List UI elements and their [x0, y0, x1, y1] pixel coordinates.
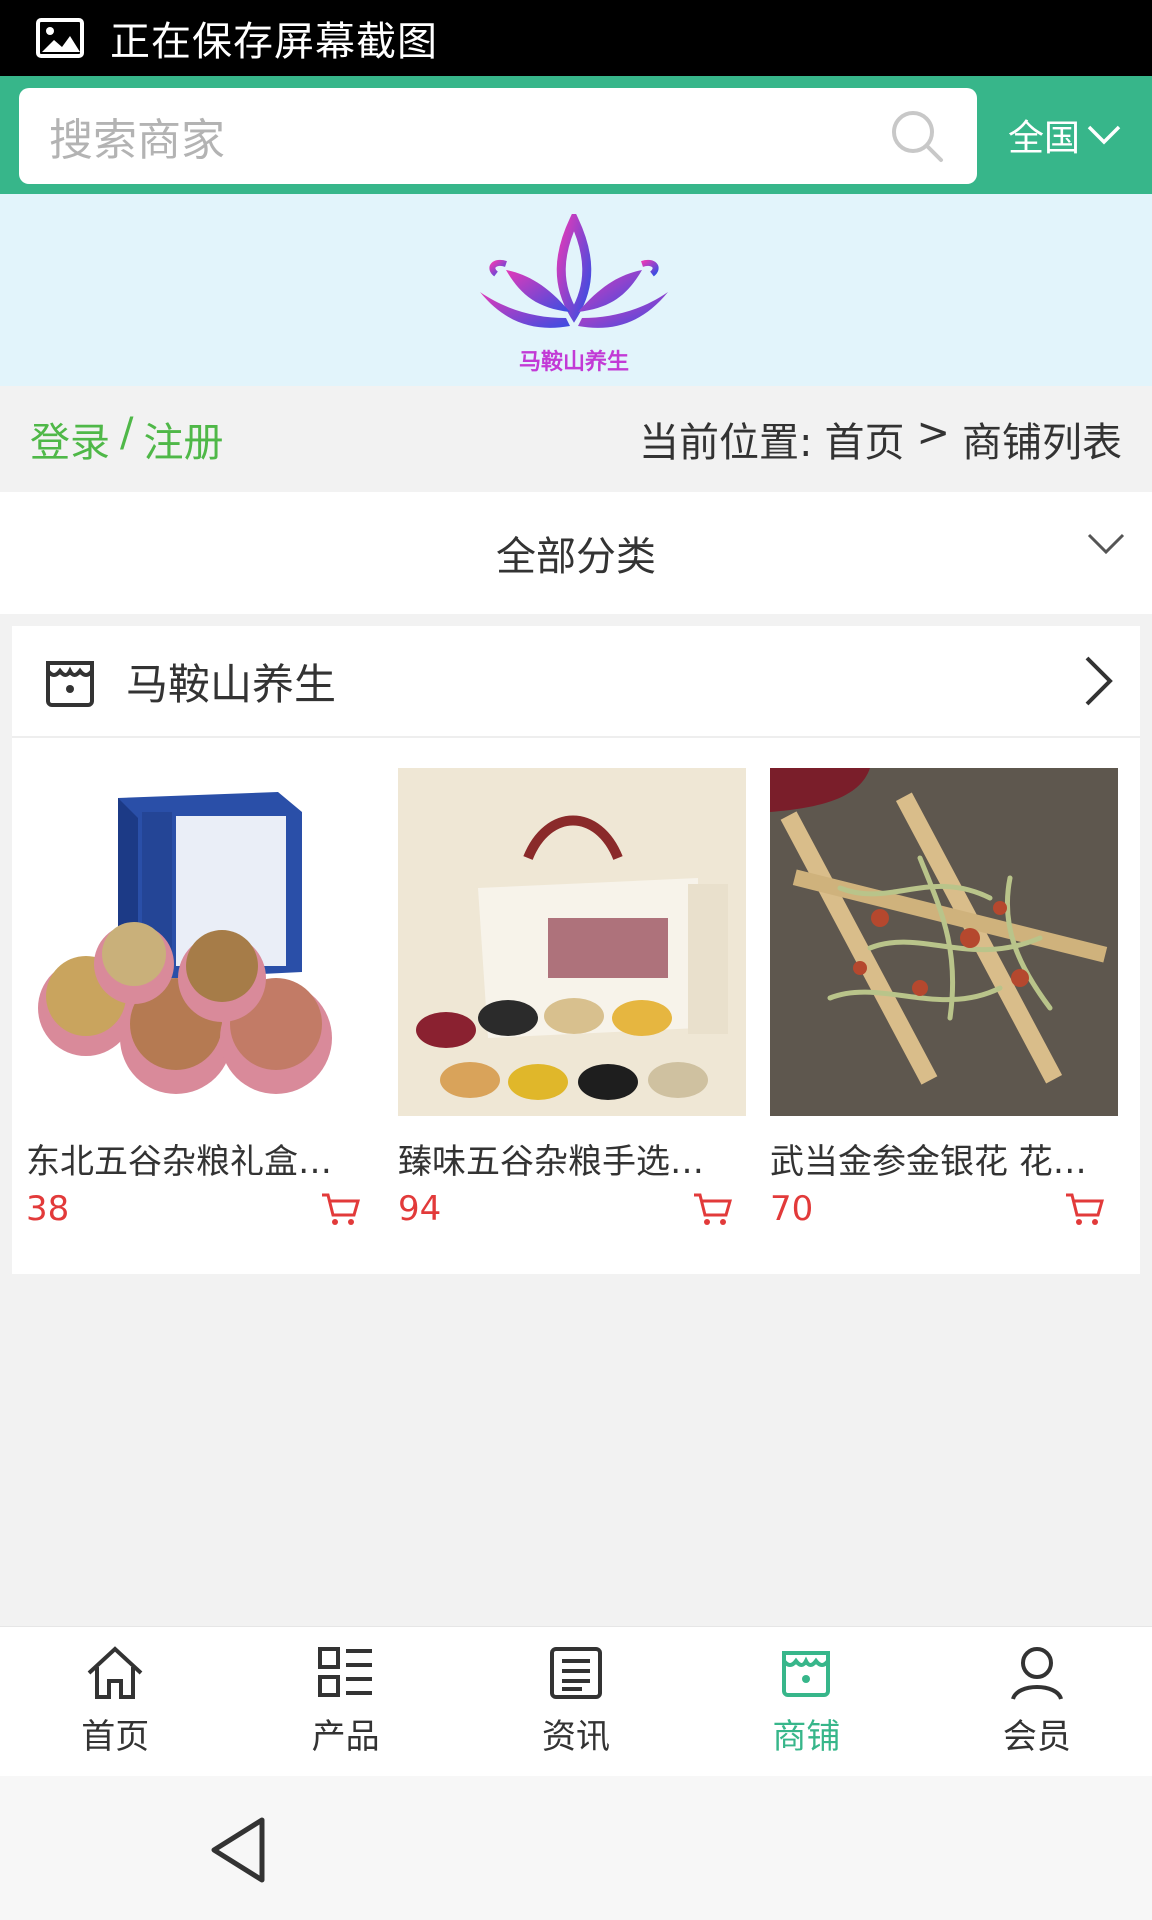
- shop-card: 马鞍山养生 东北五谷杂粮礼盒… 38 臻味五谷杂粮手选… 94 武当金参金银花 …: [12, 626, 1140, 1274]
- list-icon: [317, 1647, 372, 1697]
- product-title[interactable]: 武当金参金银花 花…: [770, 1134, 1110, 1183]
- tab-member-label: 会员: [1002, 1717, 1071, 1757]
- tab-home[interactable]: 首页: [0, 1627, 230, 1776]
- system-nav-bar: [0, 1776, 1152, 1920]
- shop-header[interactable]: 马鞍山养生: [12, 626, 1140, 738]
- tab-home-label: 首页: [81, 1717, 150, 1757]
- home-icon: [87, 1646, 143, 1699]
- product-price: 38: [26, 1189, 70, 1229]
- tab-shops-label: 商铺: [772, 1717, 841, 1757]
- region-selector[interactable]: 全国: [1008, 76, 1122, 194]
- login-register: 登录 / 注册: [30, 410, 223, 468]
- register-link[interactable]: 注册: [143, 410, 223, 468]
- product-card[interactable]: 东北五谷杂粮礼盒… 38: [26, 768, 374, 1229]
- product-title[interactable]: 东北五谷杂粮礼盒…: [26, 1134, 366, 1183]
- image-icon: [36, 18, 84, 58]
- breadcrumb-row: 登录 / 注册 当前位置: 首页 > 商铺列表: [0, 386, 1152, 492]
- tab-news[interactable]: 资讯: [461, 1627, 691, 1776]
- tab-products[interactable]: 产品: [230, 1627, 460, 1776]
- product-image[interactable]: [398, 768, 746, 1116]
- breadcrumb: 当前位置: 首页 > 商铺列表: [639, 410, 1122, 468]
- store-icon: [46, 661, 94, 707]
- product-title[interactable]: 臻味五谷杂粮手选…: [398, 1134, 738, 1183]
- category-selector[interactable]: 全部分类: [0, 492, 1152, 614]
- logo-text: 马鞍山养生: [518, 350, 629, 375]
- chevron-down-icon: [1087, 125, 1121, 145]
- status-bar: 正在保存屏幕截图: [0, 0, 1152, 76]
- search-box[interactable]: 搜索商家: [19, 88, 977, 184]
- tab-news-label: 资讯: [542, 1717, 611, 1757]
- product-price: 70: [770, 1189, 814, 1229]
- chevron-right-icon: [1085, 656, 1113, 706]
- login-link[interactable]: 登录: [30, 410, 110, 468]
- product-list: 东北五谷杂粮礼盒… 38 臻味五谷杂粮手选… 94 武当金参金银花 花… 70: [12, 768, 1140, 1229]
- header: 搜索商家 全国: [0, 76, 1152, 194]
- breadcrumb-home[interactable]: 首页: [824, 410, 904, 468]
- tab-member[interactable]: 会员: [922, 1627, 1152, 1776]
- cart-icon[interactable]: [1064, 1191, 1104, 1227]
- product-card[interactable]: 武当金参金银花 花… 70: [770, 768, 1118, 1229]
- status-text: 正在保存屏幕截图: [110, 19, 438, 65]
- product-image[interactable]: [26, 768, 374, 1116]
- tab-shops[interactable]: 商铺: [691, 1627, 921, 1776]
- news-icon: [550, 1647, 603, 1699]
- cart-icon[interactable]: [692, 1191, 732, 1227]
- product-image[interactable]: [770, 768, 1118, 1116]
- tab-products-label: 产品: [311, 1717, 380, 1757]
- bottom-tab-bar: 首页 产品 资讯 商铺 会员: [0, 1626, 1152, 1776]
- breadcrumb-arrow: >: [916, 410, 950, 456]
- user-icon: [1010, 1647, 1063, 1700]
- product-card[interactable]: 臻味五谷杂粮手选… 94: [398, 768, 746, 1229]
- store-icon: [782, 1651, 831, 1697]
- product-price: 94: [398, 1189, 442, 1229]
- banner: 马鞍山养生: [0, 194, 1152, 386]
- search-icon[interactable]: [887, 106, 947, 166]
- category-label: 全部分类: [496, 534, 656, 580]
- cart-icon[interactable]: [320, 1191, 360, 1227]
- back-icon[interactable]: [208, 1816, 268, 1884]
- login-separator: /: [120, 410, 134, 456]
- shop-name: 马鞍山养生: [126, 659, 337, 709]
- search-input[interactable]: 搜索商家: [49, 104, 887, 168]
- location-label: 当前位置:: [639, 420, 813, 466]
- region-label: 全国: [1008, 118, 1081, 159]
- chevron-down-icon: [1087, 533, 1125, 555]
- breadcrumb-current: 商铺列表: [962, 420, 1122, 466]
